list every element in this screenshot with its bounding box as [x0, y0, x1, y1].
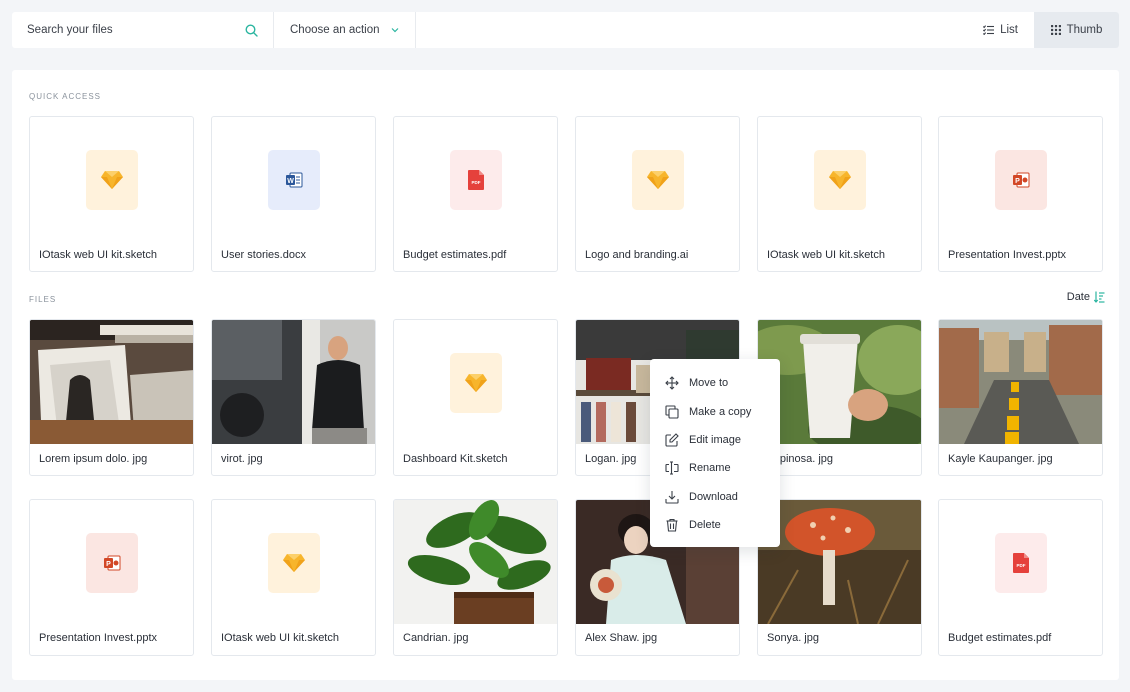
quick-access-card[interactable]: Logo and branding.ai — [575, 116, 740, 272]
sketch-file-icon — [86, 150, 138, 210]
file-name: Presentation Invest.pptx — [948, 249, 1067, 261]
list-icon — [983, 25, 995, 35]
file-card[interactable]: Candrian. jpg — [393, 499, 558, 656]
thumb-view-label: Thumb — [1066, 24, 1103, 36]
rename-icon — [665, 461, 679, 475]
file-card[interactable]: P Presentation Invest.pptx — [29, 499, 194, 656]
action-select-label: Choose an action — [290, 24, 380, 36]
image-thumbnail — [394, 500, 557, 624]
menu-item-move-to[interactable]: Move to — [650, 369, 780, 397]
search-input[interactable]: Search your files — [12, 12, 274, 48]
word-file-icon: W — [268, 150, 320, 210]
image-thumbnail — [758, 500, 921, 624]
menu-item-rename[interactable]: Rename — [650, 454, 780, 482]
move-icon — [665, 376, 679, 390]
file-card[interactable]: virot. jpg — [211, 319, 376, 476]
file-card[interactable]: Kayle Kaupanger. jpg — [938, 319, 1103, 476]
sketch-file-icon — [632, 150, 684, 210]
sketch-file-icon — [450, 353, 502, 413]
search-placeholder: Search your files — [27, 24, 113, 36]
svg-text:P: P — [1015, 178, 1020, 185]
file-name: Sonya. jpg — [767, 632, 819, 644]
powerpoint-file-icon: P — [86, 533, 138, 593]
menu-item-label: Download — [689, 490, 738, 503]
menu-item-label: Delete — [689, 519, 721, 532]
sort-by-date-button[interactable]: Date — [1067, 291, 1105, 303]
file-name: Candrian. jpg — [403, 632, 469, 644]
file-name: Logan. jpg — [585, 453, 637, 465]
sketch-file-icon — [814, 150, 866, 210]
menu-item-download[interactable]: Download — [650, 483, 780, 511]
file-name: User stories.docx — [221, 249, 306, 261]
file-name: IOtask web UI kit.sketch — [221, 632, 339, 644]
image-thumbnail — [212, 320, 375, 444]
file-card[interactable]: IOtask web UI kit.sketch — [211, 499, 376, 656]
file-card[interactable]: PDF Budget estimates.pdf — [938, 499, 1103, 656]
file-name: virot. jpg — [221, 453, 263, 465]
file-name: Logo and branding.ai — [585, 249, 689, 261]
pdf-file-icon: PDF — [450, 150, 502, 210]
file-card[interactable]: Dashboard Kit.sketch — [393, 319, 558, 476]
list-view-button[interactable]: List — [967, 12, 1034, 48]
file-name: Presentation Invest.pptx — [39, 632, 158, 644]
pdf-file-icon: PDF — [995, 533, 1047, 593]
file-card[interactable]: Sonya. jpg — [757, 499, 922, 656]
file-card[interactable]: Lorem ipsum dolo. jpg — [29, 319, 194, 476]
file-name: Alex Shaw. jpg — [585, 632, 658, 644]
edit-icon — [665, 433, 679, 447]
copy-icon — [665, 405, 679, 419]
menu-item-label: Move to — [689, 377, 729, 390]
file-name: Budget estimates.pdf — [948, 632, 1052, 644]
menu-item-make-a-copy[interactable]: Make a copy — [650, 397, 780, 425]
svg-text:PDF: PDF — [472, 180, 481, 185]
file-name: IOtask web UI kit.sketch — [767, 249, 885, 261]
quick-access-card[interactable]: PDF Budget estimates.pdf — [393, 116, 558, 272]
quick-access-card[interactable]: IOtask web UI kit.sketch — [757, 116, 922, 272]
trash-icon — [666, 519, 678, 532]
list-view-label: List — [1000, 24, 1018, 36]
menu-item-edit-image[interactable]: Edit image — [650, 426, 780, 454]
action-select[interactable]: Choose an action — [274, 12, 416, 48]
sketch-file-icon — [268, 533, 320, 593]
menu-item-label: Make a copy — [689, 405, 752, 418]
sort-label: Date — [1066, 291, 1090, 303]
search-icon[interactable] — [245, 23, 258, 37]
files-title: FILES — [29, 295, 57, 304]
file-name: Dashboard Kit.sketch — [403, 453, 508, 465]
quick-access-card[interactable]: IOtask web UI kit.sketch — [29, 116, 194, 272]
file-browser-panel: QUICK ACCESS IOtask web UI kit.sketch W … — [12, 70, 1119, 680]
file-name: Kayle Kaupanger. jpg — [948, 453, 1053, 465]
chevron-down-icon — [391, 28, 399, 33]
image-thumbnail — [30, 320, 193, 444]
image-thumbnail — [939, 320, 1102, 444]
file-card[interactable]: Espinosa. jpg — [757, 319, 922, 476]
svg-text:PDF: PDF — [1017, 563, 1026, 568]
menu-item-label: Rename — [689, 462, 731, 475]
toolbar: Search your files Choose an action List … — [12, 12, 1119, 48]
thumb-view-button[interactable]: Thumb — [1034, 12, 1119, 48]
sort-icon — [1094, 291, 1105, 303]
quick-access-card[interactable]: W User stories.docx — [211, 116, 376, 272]
download-icon — [665, 490, 679, 504]
menu-item-label: Edit image — [689, 433, 741, 446]
file-name: Lorem ipsum dolo. jpg — [39, 453, 148, 465]
context-menu: Move to Make a copy Edit image Rename Do… — [650, 359, 780, 547]
file-name: Budget estimates.pdf — [403, 249, 507, 261]
quick-access-card[interactable]: P Presentation Invest.pptx — [938, 116, 1103, 272]
svg-text:W: W — [287, 178, 294, 185]
quick-access-title: QUICK ACCESS — [29, 92, 102, 101]
grid-icon — [1050, 25, 1061, 35]
menu-item-delete[interactable]: Delete — [650, 511, 780, 539]
powerpoint-file-icon: P — [995, 150, 1047, 210]
image-thumbnail — [758, 320, 921, 444]
svg-text:P: P — [106, 561, 111, 568]
file-name: IOtask web UI kit.sketch — [39, 249, 157, 261]
